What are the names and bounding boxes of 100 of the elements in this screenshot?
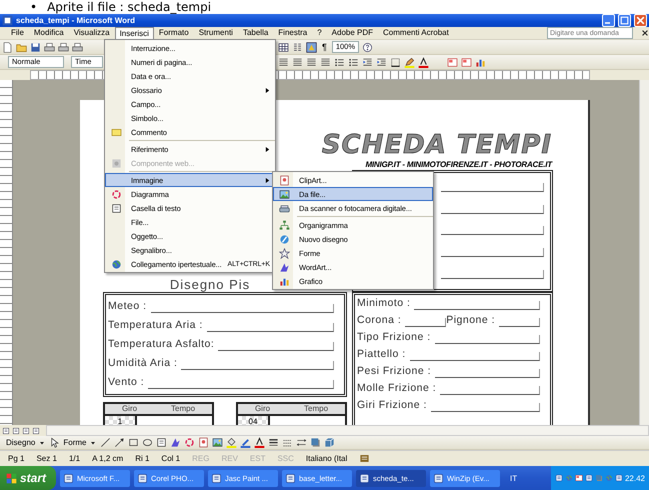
shapes-menu-button[interactable]: Forme: [63, 438, 86, 447]
list-icon[interactable]: [348, 56, 359, 68]
menu[interactable]: Finestra: [273, 26, 312, 40]
view-icon[interactable]: [12, 426, 20, 434]
caption-text: Aprite il file : scheda_tempi: [47, 0, 212, 14]
menu[interactable]: Modifica: [28, 26, 69, 40]
arrow-style-icon[interactable]: [296, 437, 308, 448]
frame-icon[interactable]: [461, 56, 472, 68]
pointer-icon[interactable]: [49, 437, 60, 448]
menu[interactable]: Tabella: [238, 26, 274, 40]
clipart-icon: [278, 174, 290, 186]
menu[interactable]: Commenti Acrobat: [378, 26, 454, 40]
mode-indicator: EST: [250, 454, 266, 463]
ellipse-icon[interactable]: [142, 437, 154, 448]
field-label: Molle Frizione :: [357, 382, 436, 395]
image-icon: [278, 188, 290, 200]
indent-icon[interactable]: [362, 56, 373, 68]
close-document-icon[interactable]: [641, 29, 649, 37]
scanner-icon: [278, 202, 290, 214]
status-text: 1/1: [68, 454, 80, 463]
wordart-icon: [278, 262, 290, 272]
vertical-scrollbar[interactable]: [639, 80, 649, 425]
section-heading: Disegno Pis: [170, 278, 250, 292]
maximize-button[interactable]: [618, 14, 631, 27]
field-label: Meteo :: [108, 300, 147, 313]
text-box-icon: [110, 202, 122, 214]
print-icon[interactable]: [72, 42, 83, 52]
start-logo-icon: [6, 472, 17, 484]
align-icon[interactable]: [306, 56, 317, 68]
text-box-icon[interactable]: [156, 437, 168, 448]
paint-bucket-icon[interactable]: [226, 437, 238, 448]
align-icon[interactable]: [278, 56, 289, 68]
status-text: Ri 1: [135, 454, 150, 463]
table-icon[interactable]: [278, 42, 289, 52]
line-icon[interactable]: [100, 437, 112, 448]
app-icon: [359, 472, 370, 484]
field-label: Corona :: [357, 314, 402, 327]
cube-icon[interactable]: [324, 437, 336, 448]
menu[interactable]: Adobe PDF: [326, 26, 378, 40]
save-icon[interactable]: [30, 42, 41, 52]
tray-icon[interactable]: [574, 474, 583, 482]
line-color-icon[interactable]: [240, 437, 252, 448]
align-icon[interactable]: [292, 56, 303, 68]
draw-menu-button[interactable]: Disegno: [6, 438, 36, 447]
field-label: Pignone :: [446, 314, 496, 327]
folder-icon[interactable]: [16, 42, 27, 52]
arrow-icon[interactable]: [114, 437, 126, 448]
menu[interactable]: Visualizza: [68, 26, 115, 40]
frame-icon[interactable]: [447, 56, 458, 68]
cycle-icon[interactable]: [184, 437, 196, 448]
tray-icon[interactable]: [554, 474, 563, 482]
logo-subtitle: MINIGP.IT - MINIMOTOFIRENZE.IT - PHOTORACE.IT: [365, 160, 552, 169]
document-icon[interactable]: [2, 42, 13, 52]
align-icon[interactable]: [320, 56, 331, 68]
help-icon[interactable]: [362, 42, 374, 52]
minimize-button[interactable]: [602, 14, 615, 27]
menu[interactable]: File: [6, 26, 29, 40]
drawing-icon[interactable]: [306, 42, 317, 52]
menu[interactable]: Inserisci: [114, 26, 154, 40]
logo-title: SCHEDA TEMPI: [322, 130, 552, 160]
fill-in-line: [499, 318, 540, 327]
tray-icon[interactable]: [584, 474, 593, 482]
view-icon[interactable]: [2, 426, 10, 434]
field-label: Temperatura Asfalto:: [108, 338, 214, 351]
close-button[interactable]: [634, 14, 647, 27]
list-icon[interactable]: [334, 56, 345, 68]
menu[interactable]: Strumenti: [194, 26, 238, 40]
status-text: Sez 1: [36, 454, 57, 463]
app-icon: [63, 472, 74, 484]
start-button[interactable]: start: [0, 466, 56, 490]
menu[interactable]: ?: [312, 26, 327, 40]
minimize-icon: [605, 22, 610, 24]
highlighter-icon[interactable]: [404, 56, 415, 68]
field-label: Minimoto :: [357, 297, 410, 310]
pilcrow-button[interactable]: ¶: [320, 42, 329, 52]
shadow-icon[interactable]: [310, 437, 322, 448]
font-color-icon[interactable]: [418, 56, 429, 68]
horizontal-scrollbar[interactable]: [46, 425, 649, 436]
maximize-icon: [619, 15, 630, 26]
columns-icon[interactable]: [292, 42, 303, 52]
spelling-book-icon[interactable]: [359, 453, 370, 464]
menu[interactable]: Formato: [154, 26, 194, 40]
tray-icon[interactable]: [614, 474, 623, 482]
app-icon: [285, 472, 296, 484]
language-indicator[interactable]: IT: [510, 474, 518, 482]
indent-icon[interactable]: [376, 56, 387, 68]
column-header: Tempo: [171, 404, 196, 414]
font-color-icon[interactable]: [254, 437, 266, 448]
line-style-icon[interactable]: [268, 437, 280, 448]
window-title: scheda_tempi - Microsoft Word: [16, 16, 136, 25]
dash-style-icon[interactable]: [282, 437, 294, 448]
app-icon: [211, 472, 222, 484]
print-icon[interactable]: [44, 42, 55, 52]
print-icon[interactable]: [58, 42, 69, 52]
view-icon[interactable]: [22, 426, 30, 434]
clipart-icon[interactable]: [198, 437, 210, 448]
rectangle-icon[interactable]: [128, 437, 140, 448]
image-icon[interactable]: [212, 437, 224, 448]
view-icon[interactable]: [32, 426, 40, 434]
border-icon[interactable]: [390, 56, 401, 68]
